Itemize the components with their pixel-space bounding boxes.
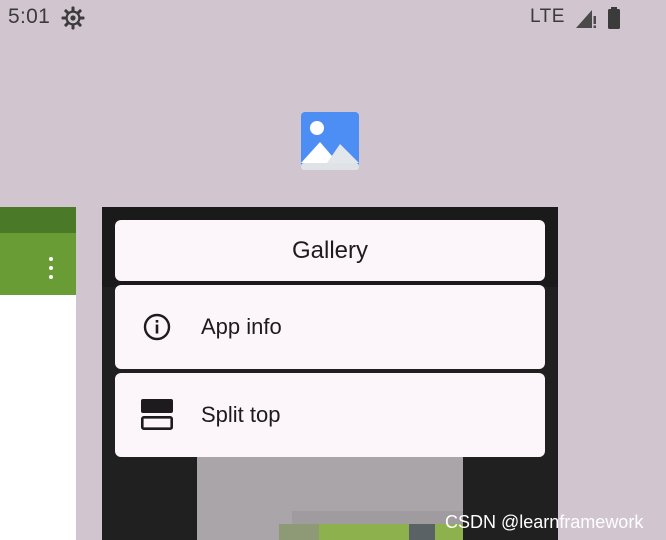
app-info-label: App info [201, 314, 282, 339]
status-bar: 5:01 LTE [0, 0, 666, 36]
left-task-toolbar [0, 233, 76, 295]
info-icon [143, 313, 171, 341]
watermark-text: CSDN @learnframework [445, 512, 644, 532]
app-info-button[interactable]: App info [115, 285, 545, 369]
thumbnail-content-preview [197, 457, 463, 540]
status-time: 5:01 [8, 5, 51, 28]
signal-icon [576, 10, 596, 28]
left-task-card[interactable] [0, 207, 76, 540]
split-top-label: Split top [201, 402, 281, 427]
recents-screen: 5:01 LTE Gallery App info Split top CSDN… [0, 0, 666, 540]
left-task-status-strip [0, 207, 76, 233]
battery-icon [608, 7, 620, 29]
task-menu-title-text: Gallery [291, 236, 369, 264]
split-top-button[interactable]: Split top [115, 373, 545, 457]
settings-gear-icon [61, 6, 85, 30]
network-type-label: LTE [530, 6, 565, 27]
task-menu-title: Gallery [115, 220, 545, 281]
overflow-menu-icon[interactable] [44, 257, 58, 279]
gallery-photo-icon[interactable] [300, 111, 360, 171]
split-top-icon [141, 399, 173, 430]
